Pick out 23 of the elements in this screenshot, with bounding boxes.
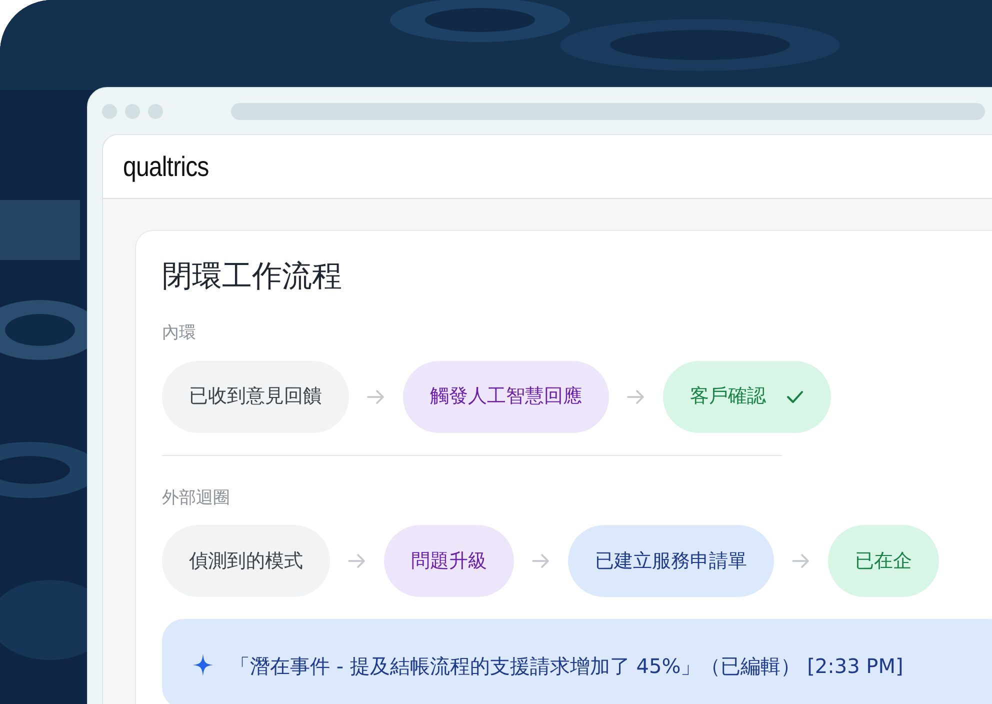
card-title: 閉環工作流程	[162, 259, 343, 295]
arrow-icon	[531, 553, 551, 569]
arrow-icon	[347, 553, 367, 569]
step-pill: 已收到意見回饋	[162, 360, 349, 432]
step-pill: 已在企	[828, 525, 939, 597]
arrow-icon	[626, 388, 646, 404]
brand-logo: qualtrics	[123, 150, 209, 184]
arrow-icon	[791, 553, 811, 569]
step-pill: 觸發人工智慧回應	[403, 360, 609, 432]
sparkle-icon	[192, 653, 214, 677]
step-pill: 客戶確認	[663, 360, 831, 432]
section-label: 內環	[162, 322, 197, 345]
check-icon	[786, 390, 804, 404]
address-bar[interactable]	[231, 102, 985, 120]
step-pill: 偵測到的模式	[162, 525, 330, 597]
step-pill: 已建立服務申請單	[568, 525, 774, 597]
section-label: 外部迴圈	[162, 486, 231, 510]
arrow-icon	[366, 388, 386, 404]
window-dot[interactable]	[148, 104, 163, 118]
window-dot[interactable]	[125, 104, 140, 118]
insight-text: 「潛在事件 - 提及結帳流程的支援請求增加了 45%」（已編輯） [2:33 PM]	[230, 653, 904, 680]
step-pill: 問題升級	[384, 525, 514, 597]
window-dot[interactable]	[102, 104, 117, 118]
